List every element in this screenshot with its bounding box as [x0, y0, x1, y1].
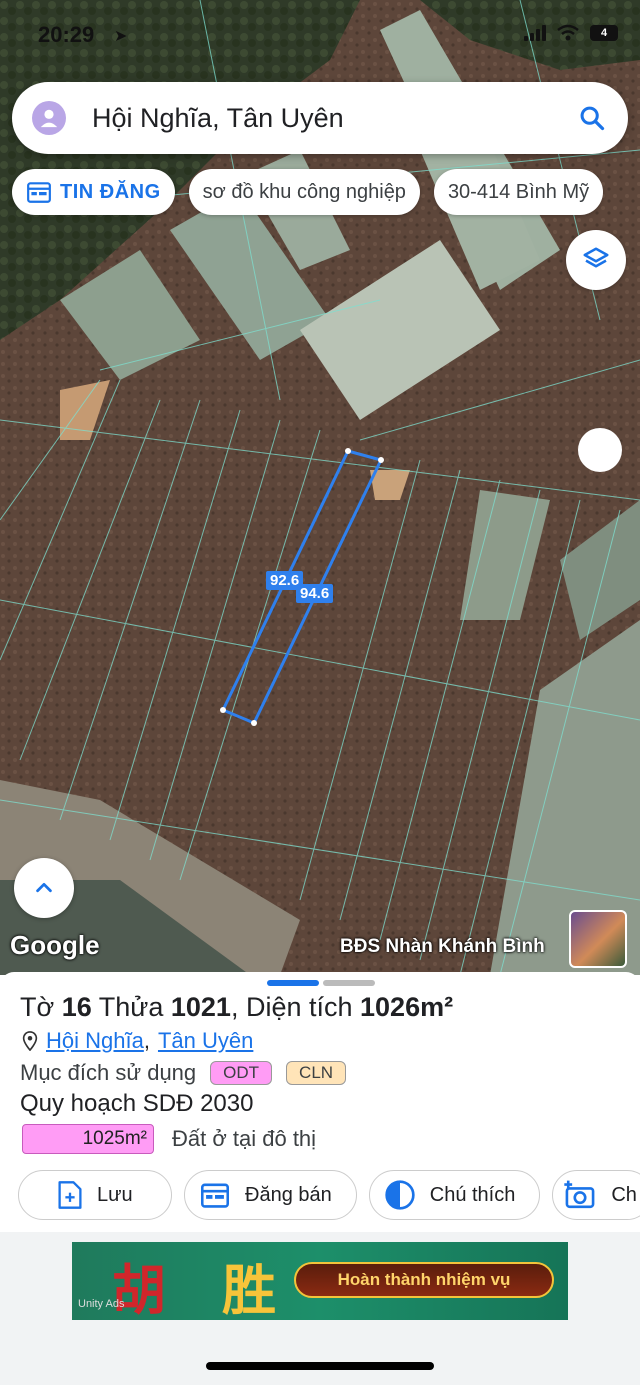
avatar[interactable]	[32, 101, 66, 135]
my-location-marker[interactable]	[578, 428, 622, 472]
title-text: , Diện tích	[230, 992, 361, 1022]
parcel-area: 1026m²	[360, 992, 454, 1022]
location-pin-icon	[22, 1031, 38, 1051]
title-text: Tờ	[20, 992, 62, 1022]
search-bar[interactable]: Hội Nghĩa, Tân Uyên	[12, 82, 628, 154]
google-logo: Google	[10, 930, 100, 960]
plan-area-row: 1025m² Đất ở tại đô thị	[22, 1124, 316, 1154]
title-text: Thửa	[91, 992, 171, 1022]
ad-cta: Hoàn thành nhiệm vụ	[294, 1262, 554, 1298]
save-button[interactable]: Lưu	[18, 1170, 172, 1220]
wifi-icon	[557, 24, 579, 41]
search-query[interactable]: Hội Nghĩa, Tân Uyên	[92, 103, 578, 134]
ad-graphic: 胜	[222, 1261, 276, 1320]
purpose-tag-odt[interactable]: ODT	[210, 1061, 273, 1085]
purpose-tag-cln[interactable]: CLN	[286, 1061, 347, 1085]
legend-label: Chú thích	[429, 1183, 516, 1206]
calendar-icon	[27, 182, 51, 203]
separator: ,	[143, 1028, 150, 1053]
chip-label: sơ đồ khu công nghiệp	[202, 180, 406, 203]
chip-address[interactable]: 30-414 Bình Mỹ	[433, 169, 604, 215]
sheet-number: 16	[61, 992, 92, 1022]
status-bar: 20:29 ➤ 4	[0, 0, 640, 70]
ad-provider: Unity Ads	[78, 1298, 125, 1310]
chip-industrial-map[interactable]: sơ đồ khu công nghiệp	[188, 169, 420, 215]
add-doc-icon	[58, 1181, 82, 1209]
district-link[interactable]: Tân Uyên	[158, 1028, 253, 1054]
ad-banner[interactable]: 胡 胜 Hoàn thành nhiệm vụ Unity Ads	[72, 1242, 568, 1320]
edge-length-label: 94.6	[296, 584, 334, 603]
land-use-purpose: Mục đích sử dụng ODT CLN	[20, 1060, 347, 1086]
calendar-icon	[201, 1183, 229, 1208]
commune-link[interactable]: Hội Nghĩa	[46, 1028, 144, 1054]
home-indicator[interactable]	[206, 1362, 434, 1370]
expand-sheet-button[interactable]	[14, 858, 74, 918]
post-sale-label: Đăng bán	[245, 1183, 332, 1206]
chevron-up-icon	[36, 882, 52, 893]
location-arrow-icon: ➤	[114, 28, 128, 45]
save-label: Lưu	[97, 1183, 133, 1206]
ad-area: 胡 胜 Hoàn thành nhiệm vụ Unity Ads	[0, 1232, 640, 1385]
plan-area-description: Đất ở tại đô thị	[172, 1126, 317, 1151]
plan-area-badge: 1025m²	[22, 1124, 154, 1154]
parcel-info-sheet: Tờ 16 Thửa 1021, Diện tích 1026m² Hội Ng…	[0, 972, 640, 1232]
cellular-signal-icon	[524, 25, 546, 41]
plan-label: Quy hoạch SDĐ 2030	[20, 1090, 254, 1117]
watermark-text: BĐS Nhàn Khánh Bình	[340, 936, 545, 957]
chip-label: TIN ĐĂNG	[60, 180, 161, 203]
search-icon[interactable]	[578, 104, 606, 132]
legend-button[interactable]: Chú thích	[368, 1170, 541, 1220]
parcel-title: Tờ 16 Thửa 1021, Diện tích 1026m²	[20, 992, 453, 1023]
layers-icon	[583, 247, 609, 268]
add-photo-label: Ch	[611, 1183, 637, 1206]
user-icon	[40, 109, 58, 128]
add-photo-button[interactable]: Ch	[552, 1170, 640, 1220]
half-circle-icon	[385, 1180, 415, 1210]
chip-listings[interactable]: TIN ĐĂNG	[12, 169, 175, 215]
purpose-label: Mục đích sử dụng	[20, 1060, 197, 1085]
chip-label: 30-414 Bình Mỹ	[447, 180, 590, 203]
action-buttons: Lưu Đăng bán Chú thích Ch	[18, 1170, 640, 1220]
camera-plus-icon	[564, 1180, 595, 1209]
clock: 20:29	[38, 22, 95, 47]
street-view-thumbnail[interactable]	[569, 910, 627, 968]
parcel-number: 1021	[170, 992, 231, 1022]
parcel-address: Hội Nghĩa, Tân Uyên	[22, 1028, 253, 1054]
filter-chips: TIN ĐĂNG sơ đồ khu công nghiệp 30-414 Bì…	[12, 169, 604, 215]
layers-button[interactable]	[566, 230, 626, 290]
sheet-handle[interactable]	[267, 980, 375, 986]
post-sale-button[interactable]: Đăng bán	[184, 1170, 357, 1220]
battery-icon: 4	[590, 25, 618, 41]
